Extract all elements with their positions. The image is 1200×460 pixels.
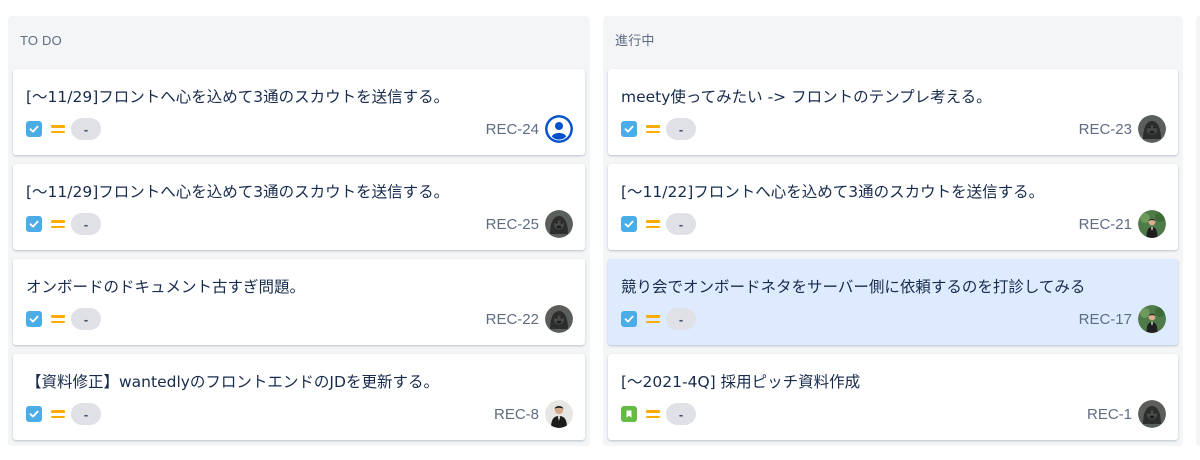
medium-priority-icon <box>51 123 65 135</box>
issue-summary: meety使ってみたい -> フロントのテンプレ考える。 <box>621 88 992 106</box>
gorilla-avatar[interactable] <box>1138 115 1166 143</box>
issue-card-selected[interactable]: 競り会でオンボードネタをサーバー側に依頼するのを打診してみる - REC-17 <box>608 259 1178 345</box>
task-icon <box>621 311 637 327</box>
card-footer: - REC-22 <box>26 305 573 333</box>
estimate-badge: - <box>71 403 101 425</box>
issue-card[interactable]: 【資料修正】wantedlyのフロントエンドのJDを更新する。 - REC-8 <box>13 354 585 440</box>
task-icon <box>26 406 42 422</box>
issue-card[interactable]: meety使ってみたい -> フロントのテンプレ考える。 - REC-23 <box>608 69 1178 155</box>
card-footer: - REC-17 <box>621 305 1166 333</box>
issue-key[interactable]: REC-8 <box>494 406 539 423</box>
medium-priority-icon <box>646 218 660 230</box>
issue-key[interactable]: REC-22 <box>486 311 539 328</box>
estimate-badge: - <box>71 213 101 235</box>
issue-summary: 【資料修正】wantedlyのフロントエンドのJDを更新する。 <box>26 373 439 391</box>
person-avatar[interactable] <box>545 400 573 428</box>
estimate-badge: - <box>71 118 101 140</box>
issue-card[interactable]: オンボードのドキュメント古すぎ問題。 - REC-22 <box>13 259 585 345</box>
gorilla-avatar[interactable] <box>545 305 573 333</box>
estimate-badge: - <box>666 118 696 140</box>
column-header: TO DO <box>20 33 62 48</box>
medium-priority-icon <box>646 408 660 420</box>
issue-summary: [〜2021-4Q] 採用ピッチ資料作成 <box>621 373 861 391</box>
column-in-progress: 進行中 meety使ってみたい -> フロントのテンプレ考える。 - REC-2… <box>603 16 1183 446</box>
issue-key[interactable]: REC-1 <box>1087 406 1132 423</box>
estimate-badge: - <box>666 213 696 235</box>
card-footer: - REC-23 <box>621 115 1166 143</box>
issue-summary: [〜11/29]フロントへ心を込めて3通のスカウトを送信する。 <box>26 183 450 201</box>
issue-summary: [〜11/22]フロントへ心を込めて3通のスカウトを送信する。 <box>621 183 1045 201</box>
issue-key[interactable]: REC-21 <box>1079 216 1132 233</box>
gorilla-avatar[interactable] <box>545 210 573 238</box>
kanban-board: TO DO [〜11/29]フロントへ心を込めて3通のスカウトを送信する。 - … <box>0 0 1200 460</box>
estimate-badge: - <box>71 308 101 330</box>
issue-summary: 競り会でオンボードネタをサーバー側に依頼するのを打診してみる <box>621 278 1086 296</box>
card-footer: - REC-24 <box>26 115 573 143</box>
medium-priority-icon <box>646 313 660 325</box>
task-icon <box>621 216 637 232</box>
default-user-avatar[interactable] <box>545 115 573 143</box>
column-todo: TO DO [〜11/29]フロントへ心を込めて3通のスカウトを送信する。 - … <box>8 16 590 446</box>
story-icon <box>621 406 637 422</box>
card-footer: - REC-1 <box>621 400 1166 428</box>
task-icon <box>26 216 42 232</box>
issue-key[interactable]: REC-17 <box>1079 311 1132 328</box>
task-icon <box>26 311 42 327</box>
issue-card[interactable]: [〜2021-4Q] 採用ピッチ資料作成 - REC-1 <box>608 354 1178 440</box>
issue-summary: オンボードのドキュメント古すぎ問題。 <box>26 278 306 296</box>
issue-card[interactable]: [〜11/29]フロントへ心を込めて3通のスカウトを送信する。 - REC-24 <box>13 69 585 155</box>
card-footer: - REC-25 <box>26 210 573 238</box>
issue-key[interactable]: REC-25 <box>486 216 539 233</box>
column-header: 進行中 <box>615 33 655 48</box>
card-footer: - REC-8 <box>26 400 573 428</box>
issue-key[interactable]: REC-24 <box>486 121 539 138</box>
task-icon <box>621 121 637 137</box>
medium-priority-icon <box>51 408 65 420</box>
outdoor-person-avatar[interactable] <box>1138 210 1166 238</box>
issue-summary: [〜11/29]フロントへ心を込めて3通のスカウトを送信する。 <box>26 88 450 106</box>
medium-priority-icon <box>51 313 65 325</box>
outdoor-person-avatar[interactable] <box>1138 305 1166 333</box>
issue-key[interactable]: REC-23 <box>1079 121 1132 138</box>
medium-priority-icon <box>646 123 660 135</box>
estimate-badge: - <box>666 308 696 330</box>
task-icon <box>26 121 42 137</box>
medium-priority-icon <box>51 218 65 230</box>
estimate-badge: - <box>666 403 696 425</box>
column-next-partial <box>1196 16 1200 446</box>
gorilla-avatar[interactable] <box>1138 400 1166 428</box>
issue-card[interactable]: [〜11/22]フロントへ心を込めて3通のスカウトを送信する。 - REC-21 <box>608 164 1178 250</box>
card-footer: - REC-21 <box>621 210 1166 238</box>
issue-card[interactable]: [〜11/29]フロントへ心を込めて3通のスカウトを送信する。 - REC-25 <box>13 164 585 250</box>
